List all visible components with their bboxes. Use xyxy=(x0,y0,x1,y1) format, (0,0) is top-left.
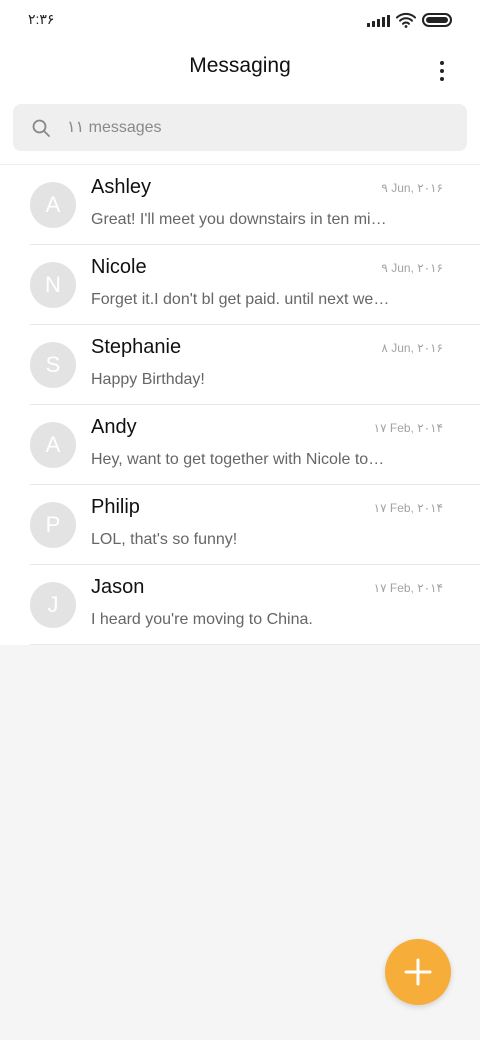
messaging-screen: ۲:۳۶ Messaging ۱۱ messages A Ashley ۹ Ju… xyxy=(0,0,480,1040)
contact-name: Ashley xyxy=(91,176,152,198)
message-date: ۹ Jun, ۲۰۱۶ xyxy=(381,181,443,195)
avatar: J xyxy=(30,582,76,628)
status-time: ۲:۳۶ xyxy=(28,11,55,27)
avatar: A xyxy=(30,422,76,468)
avatar: P xyxy=(30,502,76,548)
search-icon xyxy=(32,119,50,137)
message-preview: Happy Birthday! xyxy=(91,371,205,388)
contact-name: Stephanie xyxy=(91,336,182,358)
conversation-row-nicole[interactable]: N Nicole ۹ Jun, ۲۰۱۶ Forget it.I don't b… xyxy=(0,245,480,325)
plus-icon xyxy=(404,958,432,986)
status-icons xyxy=(367,12,452,28)
contact-name: Nicole xyxy=(91,256,147,278)
new-message-button[interactable] xyxy=(385,939,451,1005)
conversation-row-stephanie[interactable]: S Stephanie ۸ Jun, ۲۰۱۶ Happy Birthday! xyxy=(0,325,480,405)
signal-icon xyxy=(367,13,390,27)
conversation-row-philip[interactable]: P Philip ۱۷ Feb, ۲۰۱۴ LOL, that's so fun… xyxy=(0,485,480,565)
avatar: N xyxy=(30,262,76,308)
avatar: A xyxy=(30,182,76,228)
contact-name: Jason xyxy=(91,576,145,598)
message-preview: Great! I'll meet you downstairs in ten m… xyxy=(91,211,391,228)
message-preview: LOL, that's so funny! xyxy=(91,531,238,548)
search-input[interactable] xyxy=(67,104,455,151)
message-date: ۱۷ Feb, ۲۰۱۴ xyxy=(373,421,443,435)
search-bar[interactable] xyxy=(13,104,467,151)
battery-icon xyxy=(422,13,452,27)
more-vertical-icon[interactable] xyxy=(430,56,454,86)
contact-name: Philip xyxy=(91,496,140,518)
conversation-row-ashley[interactable]: A Ashley ۹ Jun, ۲۰۱۶ Great! I'll meet yo… xyxy=(0,165,480,245)
conversation-row-jason[interactable]: J Jason ۱۷ Feb, ۲۰۱۴ I heard you're movi… xyxy=(0,565,480,645)
wifi-icon xyxy=(396,12,416,28)
header: Messaging xyxy=(0,40,480,102)
avatar: S xyxy=(30,342,76,388)
message-preview: I heard you're moving to China. xyxy=(91,611,313,628)
conversation-row-andy[interactable]: A Andy ۱۷ Feb, ۲۰۱۴ Hey, want to get tog… xyxy=(0,405,480,485)
conversation-list: A Ashley ۹ Jun, ۲۰۱۶ Great! I'll meet yo… xyxy=(0,164,480,645)
contact-name: Andy xyxy=(91,416,137,438)
message-date: ۱۷ Feb, ۲۰۱۴ xyxy=(373,501,443,515)
message-preview: Hey, want to get together with Nicole to… xyxy=(91,451,391,468)
message-preview: Forget it.I don't bl get paid. until nex… xyxy=(91,291,391,308)
top-panel: ۲:۳۶ Messaging xyxy=(0,0,480,164)
message-date: ۹ Jun, ۲۰۱۶ xyxy=(381,261,443,275)
message-date: ۸ Jun, ۲۰۱۶ xyxy=(381,341,443,355)
message-date: ۱۷ Feb, ۲۰۱۴ xyxy=(373,581,443,595)
page-title: Messaging xyxy=(189,54,291,77)
status-bar: ۲:۳۶ xyxy=(0,0,480,40)
